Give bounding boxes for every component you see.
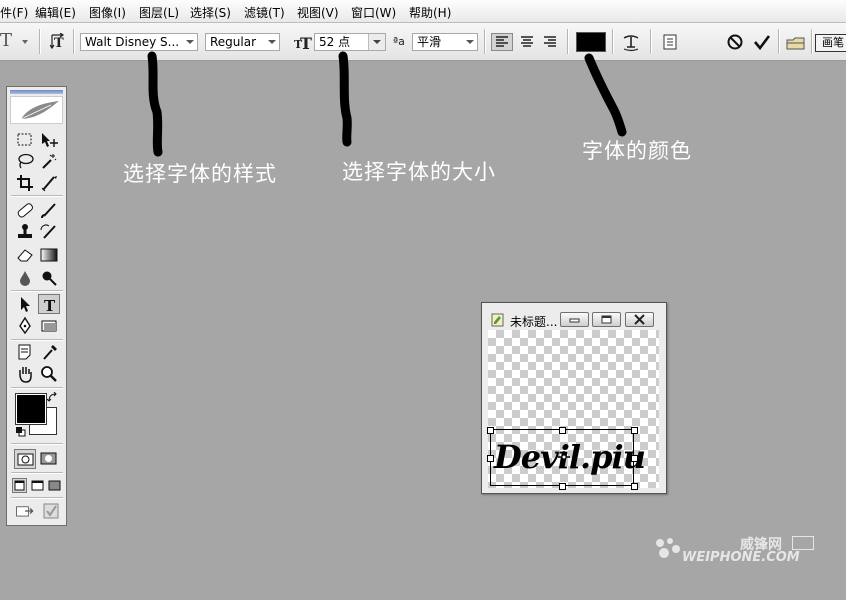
document-window[interactable]: 未标题... Devil.piu bbox=[481, 302, 667, 494]
watermark: 威锋网 WEIPHONE.COM bbox=[652, 532, 822, 570]
font-size-annotation: 选择字体的大小 bbox=[342, 160, 496, 184]
font-style-annotation: 选择字体的样式 bbox=[123, 162, 277, 186]
transform-handle[interactable] bbox=[487, 455, 494, 462]
font-color-annotation: 字体的颜色 bbox=[582, 139, 692, 163]
pointer-stroke bbox=[584, 53, 627, 137]
watermark-badge bbox=[792, 536, 814, 550]
document-canvas[interactable]: Devil.piu bbox=[487, 330, 659, 490]
close-icon bbox=[634, 314, 645, 325]
transform-handle[interactable] bbox=[487, 427, 494, 434]
annotation-strokes bbox=[147, 51, 627, 157]
move-cursor-icon bbox=[558, 451, 570, 466]
transform-handle[interactable] bbox=[631, 483, 638, 490]
close-button[interactable] bbox=[625, 312, 654, 327]
transform-handle[interactable] bbox=[631, 427, 638, 434]
pointer-stroke bbox=[147, 51, 163, 157]
transform-handle[interactable] bbox=[559, 427, 566, 434]
watermark-brand-en: WEIPHONE.COM bbox=[682, 550, 800, 565]
maximize-button[interactable] bbox=[592, 312, 621, 327]
minimize-button[interactable] bbox=[560, 312, 589, 327]
minimize-icon bbox=[569, 318, 580, 323]
pointer-stroke bbox=[338, 51, 352, 147]
restore-icon bbox=[601, 315, 612, 324]
document-icon bbox=[490, 312, 506, 331]
weiphone-logo bbox=[656, 538, 680, 558]
transform-handle[interactable] bbox=[559, 483, 566, 490]
document-title: 未标题... bbox=[510, 315, 558, 329]
